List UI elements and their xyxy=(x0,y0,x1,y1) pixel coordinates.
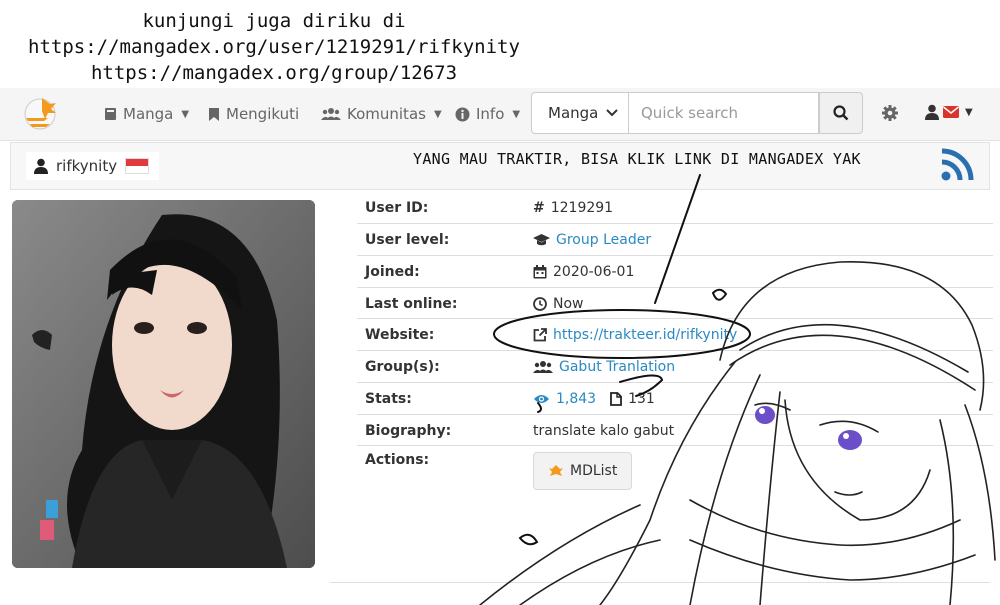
profile-username: rifkynity xyxy=(26,152,160,180)
user-menu[interactable]: ▼ xyxy=(925,104,973,120)
banner: kunjungi juga diriku di https://mangadex… xyxy=(0,8,548,86)
calendar-icon xyxy=(533,264,547,278)
banner-line-1: kunjungi juga diriku di xyxy=(142,10,406,32)
graduation-cap-icon xyxy=(533,234,550,246)
nav-following[interactable]: Mengikuti xyxy=(208,88,299,140)
biography-value: translate kalo gabut xyxy=(533,422,675,439)
user-icon xyxy=(925,104,939,120)
user-icon xyxy=(34,158,48,174)
chevron-down-icon xyxy=(606,109,618,117)
banner-line-2: https://mangadex.org/user/1219291/rifkyn… xyxy=(28,36,520,58)
joined-value: 2020-06-01 xyxy=(553,263,635,280)
username-text: rifkynity xyxy=(56,157,118,175)
mdlist-button[interactable]: MDList xyxy=(533,452,633,490)
row-biography: Biography: translate kalo gabut xyxy=(357,414,993,446)
hashtag-icon: # xyxy=(533,200,545,216)
user-level-label: User level: xyxy=(365,231,450,248)
stats-label: Stats: xyxy=(365,390,412,407)
search-type-value: Manga xyxy=(548,104,599,122)
nav-info[interactable]: Info ▼ xyxy=(455,88,520,140)
eye-icon xyxy=(534,394,549,403)
row-user-level: User level: Group Leader xyxy=(357,223,993,255)
indonesia-flag-icon xyxy=(125,158,150,174)
group-link[interactable]: Gabut Tranlation xyxy=(559,359,675,375)
nav-community[interactable]: Komunitas ▼ xyxy=(321,88,442,140)
anime-mouth xyxy=(834,491,863,496)
row-user-id: User ID: # 1219291 xyxy=(357,192,993,224)
search-button[interactable] xyxy=(819,92,863,134)
promo-note: YANG MAU TRAKTIR, BISA KLIK LINK DI MANG… xyxy=(413,150,861,168)
scribble xyxy=(518,533,539,546)
user-id-value: 1219291 xyxy=(550,200,614,216)
stats-views: 1,843 xyxy=(556,390,597,407)
last-online-value: Now xyxy=(553,295,584,312)
settings-button[interactable] xyxy=(881,104,899,126)
rss-button[interactable] xyxy=(940,148,974,186)
search-type-select[interactable]: Manga xyxy=(531,92,629,134)
nav-community-label: Komunitas xyxy=(347,105,426,123)
users-icon xyxy=(533,360,553,373)
search-input[interactable]: Quick search xyxy=(629,92,819,134)
book-icon xyxy=(105,108,116,120)
website-label: Website: xyxy=(365,326,435,343)
rss-icon xyxy=(941,148,974,181)
joined-label: Joined: xyxy=(365,263,420,280)
last-online-label: Last online: xyxy=(365,295,458,312)
nav-manga[interactable]: Manga ▼ xyxy=(104,88,189,140)
external-link-icon xyxy=(533,327,547,341)
info-icon xyxy=(455,107,470,121)
caret-down-icon: ▼ xyxy=(512,108,521,120)
caret-down-icon: ▼ xyxy=(965,106,973,118)
mdlist-label: MDList xyxy=(570,463,618,479)
logo-icon xyxy=(24,98,56,130)
gear-icon xyxy=(882,105,898,121)
bookmark-icon xyxy=(209,107,219,121)
row-stats: Stats: 1,843 131 xyxy=(357,382,993,414)
mail-icon xyxy=(943,106,959,118)
search-icon xyxy=(833,105,849,121)
row-actions: Actions: MDList xyxy=(357,445,993,491)
nav-info-label: Info xyxy=(476,105,505,123)
search-placeholder: Quick search xyxy=(641,104,739,122)
biography-label: Biography: xyxy=(365,422,452,439)
nav-manga-label: Manga xyxy=(123,105,174,123)
groups-label: Group(s): xyxy=(365,358,440,375)
clock-icon xyxy=(533,296,547,311)
users-icon xyxy=(321,108,341,120)
row-groups: Group(s): Gabut Tranlation xyxy=(357,350,993,382)
banner-line-3: https://mangadex.org/group/12673 xyxy=(90,62,458,84)
mdlist-logo-icon xyxy=(549,465,563,476)
file-icon xyxy=(610,391,622,406)
user-id-label: User ID: xyxy=(365,200,429,216)
avatar xyxy=(12,200,315,568)
site-logo[interactable] xyxy=(18,94,62,134)
user-level-link[interactable]: Group Leader xyxy=(556,232,651,248)
caret-down-icon: ▼ xyxy=(181,108,190,120)
row-website: Website: https://trakteer.id/rifkynity xyxy=(357,318,993,350)
avatar-photo xyxy=(12,200,315,568)
row-last-online: Last online: Now xyxy=(357,287,993,319)
website-link[interactable]: https://trakteer.id/rifkynity xyxy=(553,327,737,343)
caret-down-icon: ▼ xyxy=(433,108,442,120)
actions-label: Actions: xyxy=(365,452,430,468)
divider xyxy=(330,582,990,583)
row-joined: Joined: 2020-06-01 xyxy=(357,255,993,287)
nav-following-label: Mengikuti xyxy=(226,105,300,123)
anime-scarf xyxy=(689,499,961,547)
stats-uploads: 131 xyxy=(628,390,655,407)
